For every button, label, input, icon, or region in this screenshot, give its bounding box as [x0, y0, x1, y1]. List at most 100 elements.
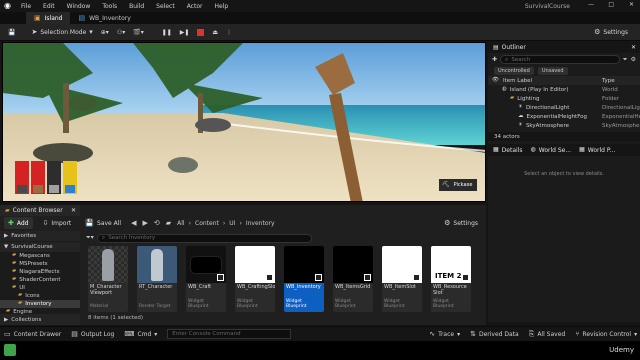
- gear-icon[interactable]: ⚙: [631, 56, 636, 63]
- menu-item-file[interactable]: File: [21, 3, 31, 10]
- content-drawer-button[interactable]: ▭ Content Drawer: [4, 330, 61, 338]
- breadcrumb-item[interactable]: All: [177, 220, 184, 227]
- close-icon[interactable]: ✕: [71, 207, 76, 214]
- menu-item-edit[interactable]: Edit: [43, 3, 55, 10]
- outliner-row[interactable]: ☁ ExponentialHeightFog ExponentialHe: [488, 112, 640, 121]
- menu-item-select[interactable]: Select: [156, 3, 175, 10]
- filter-uncontrolled[interactable]: Uncontrolled: [494, 67, 534, 75]
- breadcrumb-item[interactable]: Content: [195, 220, 219, 227]
- folder-item[interactable]: ▰ Inventory: [0, 300, 80, 308]
- asset-search-input[interactable]: ⌕ Search Inventory: [96, 233, 312, 243]
- folder-item[interactable]: ▰ NiagaraEffects: [0, 268, 80, 276]
- blueprint-button[interactable]: ⚇▾: [113, 26, 129, 38]
- asset-tile[interactable]: M_Character Viewport Material: [88, 246, 128, 312]
- folder-item[interactable]: ▰ Megascans: [0, 252, 80, 260]
- play-options-button[interactable]: ⋮: [222, 26, 236, 38]
- settings-button[interactable]: ⚙ Settings: [590, 26, 632, 38]
- menu-item-actor[interactable]: Actor: [187, 3, 203, 10]
- tab-details-label: Details: [501, 147, 523, 154]
- asset-tile[interactable]: WB_CraftingSlot Widget Blueprint: [235, 246, 275, 312]
- col-item-label[interactable]: Item Label: [503, 78, 532, 84]
- mode-selector-button[interactable]: ➤ Selection Mode ▾: [27, 26, 96, 38]
- eject-button[interactable]: ⏏: [208, 26, 222, 38]
- content-browser-tab[interactable]: ▰ Content Browser ✕: [0, 205, 80, 216]
- asset-tile[interactable]: WB_Inventory Widget Blueprint: [284, 246, 324, 312]
- hotbar-slot[interactable]: [63, 161, 77, 194]
- outliner-row[interactable]: ☀ DirectionalLight DirectionalLig: [488, 103, 640, 112]
- asset-type: Widget Blueprint: [433, 299, 454, 309]
- quick-add-button[interactable]: ⊕▾: [97, 26, 113, 38]
- cb-settings-button[interactable]: ⚙ Settings: [440, 217, 482, 229]
- folder-item[interactable]: ▰ UI: [0, 284, 80, 292]
- outliner-tab[interactable]: ▤ Outliner ✕: [488, 42, 640, 53]
- save-status-button[interactable]: ⎘ All Saved: [529, 330, 566, 338]
- cmd-selector[interactable]: ⌨ Cmd ▾: [124, 330, 157, 338]
- save-icon[interactable]: 💾: [4, 26, 19, 38]
- asset-tile[interactable]: ITEM 2 WB_Resource Slot Widget Blueprint: [431, 246, 471, 312]
- breadcrumb-item[interactable]: UI: [229, 220, 235, 227]
- asset-tile[interactable]: WB_ItemSlot Widget Blueprint: [382, 246, 422, 312]
- tab-world-partition[interactable]: ▦ World P...: [579, 147, 615, 155]
- menu-item-help[interactable]: Help: [214, 3, 228, 10]
- actor-count-label: 34 actors: [494, 133, 520, 140]
- folder-label: NiagaraEffects: [19, 269, 60, 275]
- pause-button[interactable]: ❚❚: [158, 26, 176, 38]
- filter-unsaved[interactable]: Unsaved: [537, 67, 568, 75]
- folder-icon[interactable]: ▰: [166, 219, 171, 227]
- history-icon[interactable]: ⟲: [154, 219, 160, 227]
- console-input[interactable]: Enter Console Command: [167, 329, 292, 339]
- close-icon[interactable]: ✕: [629, 1, 634, 8]
- minimize-icon[interactable]: —: [588, 1, 594, 8]
- unreal-logo-icon[interactable]: ◉: [4, 2, 11, 10]
- asset-tile[interactable]: WB_Craft Widget Blueprint: [186, 246, 226, 312]
- outliner-row[interactable]: ▰ Lighting Folder: [488, 94, 640, 103]
- forward-icon[interactable]: ▶: [142, 219, 147, 227]
- import-button[interactable]: ⇩ Import: [39, 217, 76, 229]
- breadcrumb: All › Content › UI › Inventory: [177, 220, 274, 227]
- filter-icon[interactable]: ⏷▾: [86, 235, 94, 241]
- add-icon[interactable]: ✚: [492, 56, 497, 63]
- skip-frame-button[interactable]: ▶❚: [176, 26, 194, 38]
- menu-item-tools[interactable]: Tools: [102, 3, 117, 10]
- tab-wb-inventory[interactable]: ▤ WB_Inventory: [70, 12, 138, 24]
- folder-item[interactable]: ▰ MSPresets: [0, 260, 80, 268]
- maximize-icon[interactable]: □: [608, 1, 614, 8]
- tab-details[interactable]: ▦ Details: [493, 147, 523, 155]
- derived-data-button[interactable]: ⇅ Derived Data: [470, 330, 519, 338]
- collections-header[interactable]: ▶ Collections: [0, 314, 80, 325]
- hotbar-slot[interactable]: [47, 161, 61, 194]
- folder-label: MSPresets: [19, 261, 48, 267]
- trace-button[interactable]: ∿ Trace ▾: [429, 330, 460, 338]
- outliner-row[interactable]: ◍ Island (Play In Editor) World: [488, 85, 640, 94]
- back-icon[interactable]: ◀: [131, 219, 136, 227]
- breadcrumb-item[interactable]: Inventory: [246, 220, 275, 227]
- asset-tile[interactable]: WB_ItemsGrid Widget Blueprint: [333, 246, 373, 312]
- folder-list: ▰ Megascans ▰ MSPresets ▰ NiagaraEffects ▰ Shad…: [0, 252, 80, 316]
- asset-tile[interactable]: RT_Character Render Target: [137, 246, 177, 312]
- col-type[interactable]: Type: [602, 78, 640, 84]
- cinematics-button[interactable]: 🎬▾: [129, 26, 147, 38]
- trace-label: Trace: [438, 330, 455, 338]
- stop-button[interactable]: [193, 26, 208, 38]
- hotbar-slot[interactable]: [15, 161, 29, 194]
- folder-item[interactable]: ▰ Icons: [0, 292, 80, 300]
- project-root-header[interactable]: ▼ SurvivalCourse: [0, 242, 80, 252]
- hotbar-slot[interactable]: [31, 161, 45, 194]
- add-button[interactable]: ✚ Add: [4, 217, 33, 229]
- favorites-header[interactable]: ▶ Favorites: [0, 231, 80, 241]
- outliner-search-input[interactable]: ⌕ Search: [500, 55, 620, 64]
- save-all-button[interactable]: 💾 Save All: [81, 217, 125, 229]
- widget-blueprint-badge-icon: [315, 274, 322, 281]
- revision-control-button[interactable]: ⑂ Revision Control ▾: [575, 330, 637, 338]
- outliner-row[interactable]: ☀ SkyAtmosphere SkyAtmospher: [488, 121, 640, 130]
- plus-icon: ✚: [8, 218, 14, 227]
- tab-island[interactable]: ▣ Island: [26, 12, 71, 24]
- folder-item[interactable]: ▰ ShaderContent: [0, 276, 80, 284]
- tab-world-settings[interactable]: ◍ World Se...: [530, 147, 571, 155]
- menu-item-window[interactable]: Window: [67, 3, 91, 10]
- output-log-button[interactable]: ▤ Output Log: [71, 330, 114, 338]
- menu-item-build[interactable]: Build: [129, 3, 144, 10]
- close-icon[interactable]: ✕: [631, 44, 636, 51]
- filter-icon[interactable]: ⏷: [623, 56, 628, 63]
- level-viewport[interactable]: ⛏ Pickaxe: [2, 42, 486, 202]
